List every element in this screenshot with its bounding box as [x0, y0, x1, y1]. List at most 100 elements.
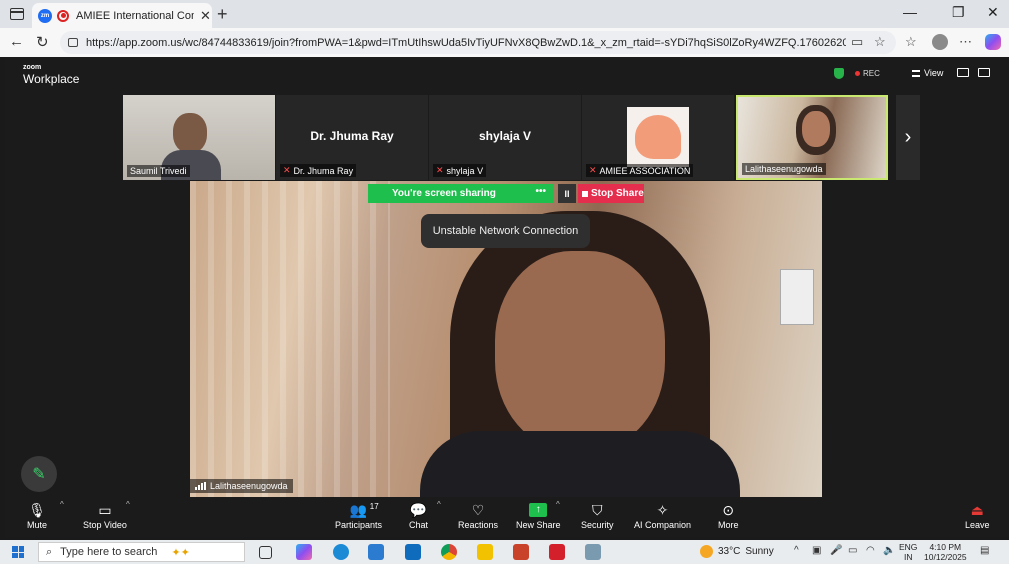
copilot-taskbar-icon[interactable] [296, 544, 312, 560]
encryption-shield-icon[interactable] [834, 68, 844, 79]
more-button[interactable]: ⊙ More [718, 500, 739, 530]
outlook-icon[interactable] [405, 544, 421, 560]
mic-tray-icon[interactable]: 🎤 [830, 545, 842, 556]
mute-button[interactable]: 🎙 Mute [27, 500, 47, 530]
browser-tab-bar: zm AMIEE International Conference ✕ + — … [0, 0, 1009, 28]
participant-name: Saumil Trivedi [130, 166, 187, 176]
address-bar-row: ← ↻ https://app.zoom.us/wc/84744833619/j… [0, 28, 1009, 57]
taskbar-search-input[interactable]: ⌕ Type here to search ✦✦ [38, 542, 245, 562]
curtain-background [190, 181, 390, 497]
powerpoint-icon[interactable] [513, 544, 529, 560]
reactions-button[interactable]: ♡ Reactions [458, 500, 498, 530]
video-options-caret-icon[interactable]: ^ [126, 500, 130, 509]
store-icon[interactable] [368, 544, 384, 560]
picture-in-picture-icon[interactable] [957, 68, 969, 77]
share-options-icon[interactable]: ••• [535, 186, 546, 197]
participant-face [173, 113, 207, 153]
stop-video-button[interactable]: ▭ Stop Video [83, 500, 127, 530]
acrobat-icon[interactable] [549, 544, 565, 560]
participants-button[interactable]: 👥 17 Participants [335, 500, 382, 530]
next-page-arrow-icon[interactable]: › [896, 95, 920, 180]
back-button[interactable]: ← [9, 33, 24, 50]
language-indicator[interactable]: ENG IN [899, 542, 917, 562]
minimize-button[interactable]: — [903, 4, 917, 20]
ai-companion-button[interactable]: ✧ AI Companion [634, 500, 691, 530]
new-tab-button[interactable]: + [217, 4, 228, 25]
leave-icon: ⏏ [970, 502, 984, 518]
battery-icon[interactable]: ▭ [848, 545, 857, 556]
temperature: 33°C [718, 546, 741, 557]
language-code: ENG [899, 542, 918, 552]
mic-off-icon: ✕ [283, 165, 291, 175]
url-field[interactable]: https://app.zoom.us/wc/84744833619/join?… [60, 31, 896, 54]
audio-options-caret-icon[interactable]: ^ [60, 500, 64, 509]
maximize-button[interactable]: ❐ [952, 4, 965, 21]
browser-tab[interactable]: zm AMIEE International Conference ✕ [32, 3, 212, 28]
chat-label: Chat [409, 520, 429, 530]
recording-badge[interactable]: REC [855, 69, 880, 78]
screen-sharing-banner[interactable]: You're screen sharing ••• [368, 184, 554, 203]
share-options-caret-icon[interactable]: ^ [556, 500, 560, 509]
leave-button[interactable]: ⏏ Leave [965, 500, 990, 530]
url-text: https://app.zoom.us/wc/84744833619/join?… [86, 36, 846, 49]
volume-icon[interactable]: 🔈 [883, 545, 895, 556]
chrome-icon[interactable] [441, 544, 457, 560]
close-window-button[interactable]: ✕ [987, 4, 999, 21]
participant-tile-active[interactable]: Lalithaseenugowda [736, 95, 888, 180]
video-camera-icon: ▭ [98, 502, 112, 518]
view-button[interactable]: View [912, 68, 943, 78]
speaker-clothing [420, 431, 740, 497]
task-view-icon[interactable] [259, 546, 272, 559]
meet-now-icon[interactable]: ▣ [812, 545, 821, 556]
new-share-button[interactable]: ↑ New Share [516, 500, 561, 530]
view-label: View [924, 68, 944, 78]
signal-strength-icon [195, 482, 206, 490]
participant-tile[interactable]: Dr. Jhuma Ray ✕ Dr. Jhuma Ray [276, 95, 428, 180]
region-code: IN [903, 552, 913, 562]
profile-avatar[interactable] [932, 34, 948, 50]
participant-label: ✕ AMIEE ASSOCIATION [586, 164, 694, 177]
participants-label: Participants [335, 520, 383, 530]
network-warning-toast: Unstable Network Connection [421, 214, 590, 248]
chat-options-caret-icon[interactable]: ^ [437, 500, 441, 509]
file-explorer-icon[interactable] [477, 544, 493, 560]
participant-tile[interactable]: shylaja V ✕ shylaja V [429, 95, 581, 180]
wifi-icon[interactable]: ◠ [866, 545, 875, 556]
clock[interactable]: 4:10 PM 10/12/2025 [924, 542, 967, 562]
stop-share-button[interactable]: Stop Share [578, 184, 644, 203]
tray-overflow-icon[interactable]: ^ [794, 545, 799, 556]
search-placeholder: Type here to search [60, 546, 158, 558]
chat-button[interactable]: 💬 Chat [409, 500, 428, 530]
participant-tile[interactable]: Saumil Trivedi [123, 95, 275, 180]
favorite-star-icon[interactable]: ☆ [874, 34, 886, 50]
recording-indicator-icon [57, 9, 69, 22]
edge-browser-icon[interactable] [333, 544, 349, 560]
tab-actions-icon[interactable] [10, 8, 24, 20]
paint-icon[interactable] [585, 544, 601, 560]
sun-icon [700, 545, 713, 558]
participant-name: shylaja V [446, 165, 484, 176]
security-shield-icon: ⛉ [592, 502, 603, 518]
participant-tile[interactable]: ✕ AMIEE ASSOCIATION [582, 95, 734, 180]
pause-share-button[interactable]: II [558, 184, 576, 203]
reload-button[interactable]: ↻ [36, 33, 49, 51]
favorites-icon[interactable]: ☆ [905, 34, 917, 50]
site-info-icon[interactable] [68, 38, 78, 47]
zoom-workplace-logo: zoom Workplace [23, 64, 79, 87]
copilot-icon[interactable] [985, 34, 1001, 50]
screen: zm AMIEE International Conference ✕ + — … [0, 0, 1009, 564]
ai-sparkle-icon: ✧ [656, 502, 669, 518]
participant-label: Saumil Trivedi [127, 165, 190, 177]
app-available-icon[interactable]: ▭ [851, 34, 863, 50]
leave-label: Leave [965, 520, 990, 530]
notifications-icon[interactable]: ▤ [980, 545, 989, 556]
security-button[interactable]: ⛉ Security [581, 500, 614, 530]
stop-video-label: Stop Video [83, 520, 127, 530]
tab-close-icon[interactable]: ✕ [200, 8, 211, 24]
windows-start-icon[interactable] [12, 546, 24, 558]
settings-more-icon[interactable]: ⋯ [959, 34, 972, 50]
weather-widget[interactable]: 33°C Sunny [700, 545, 774, 558]
share-arrow-icon: ↑ [529, 500, 548, 520]
fullscreen-icon[interactable] [978, 68, 990, 77]
annotate-pencil-icon[interactable]: ✎ [21, 456, 57, 492]
